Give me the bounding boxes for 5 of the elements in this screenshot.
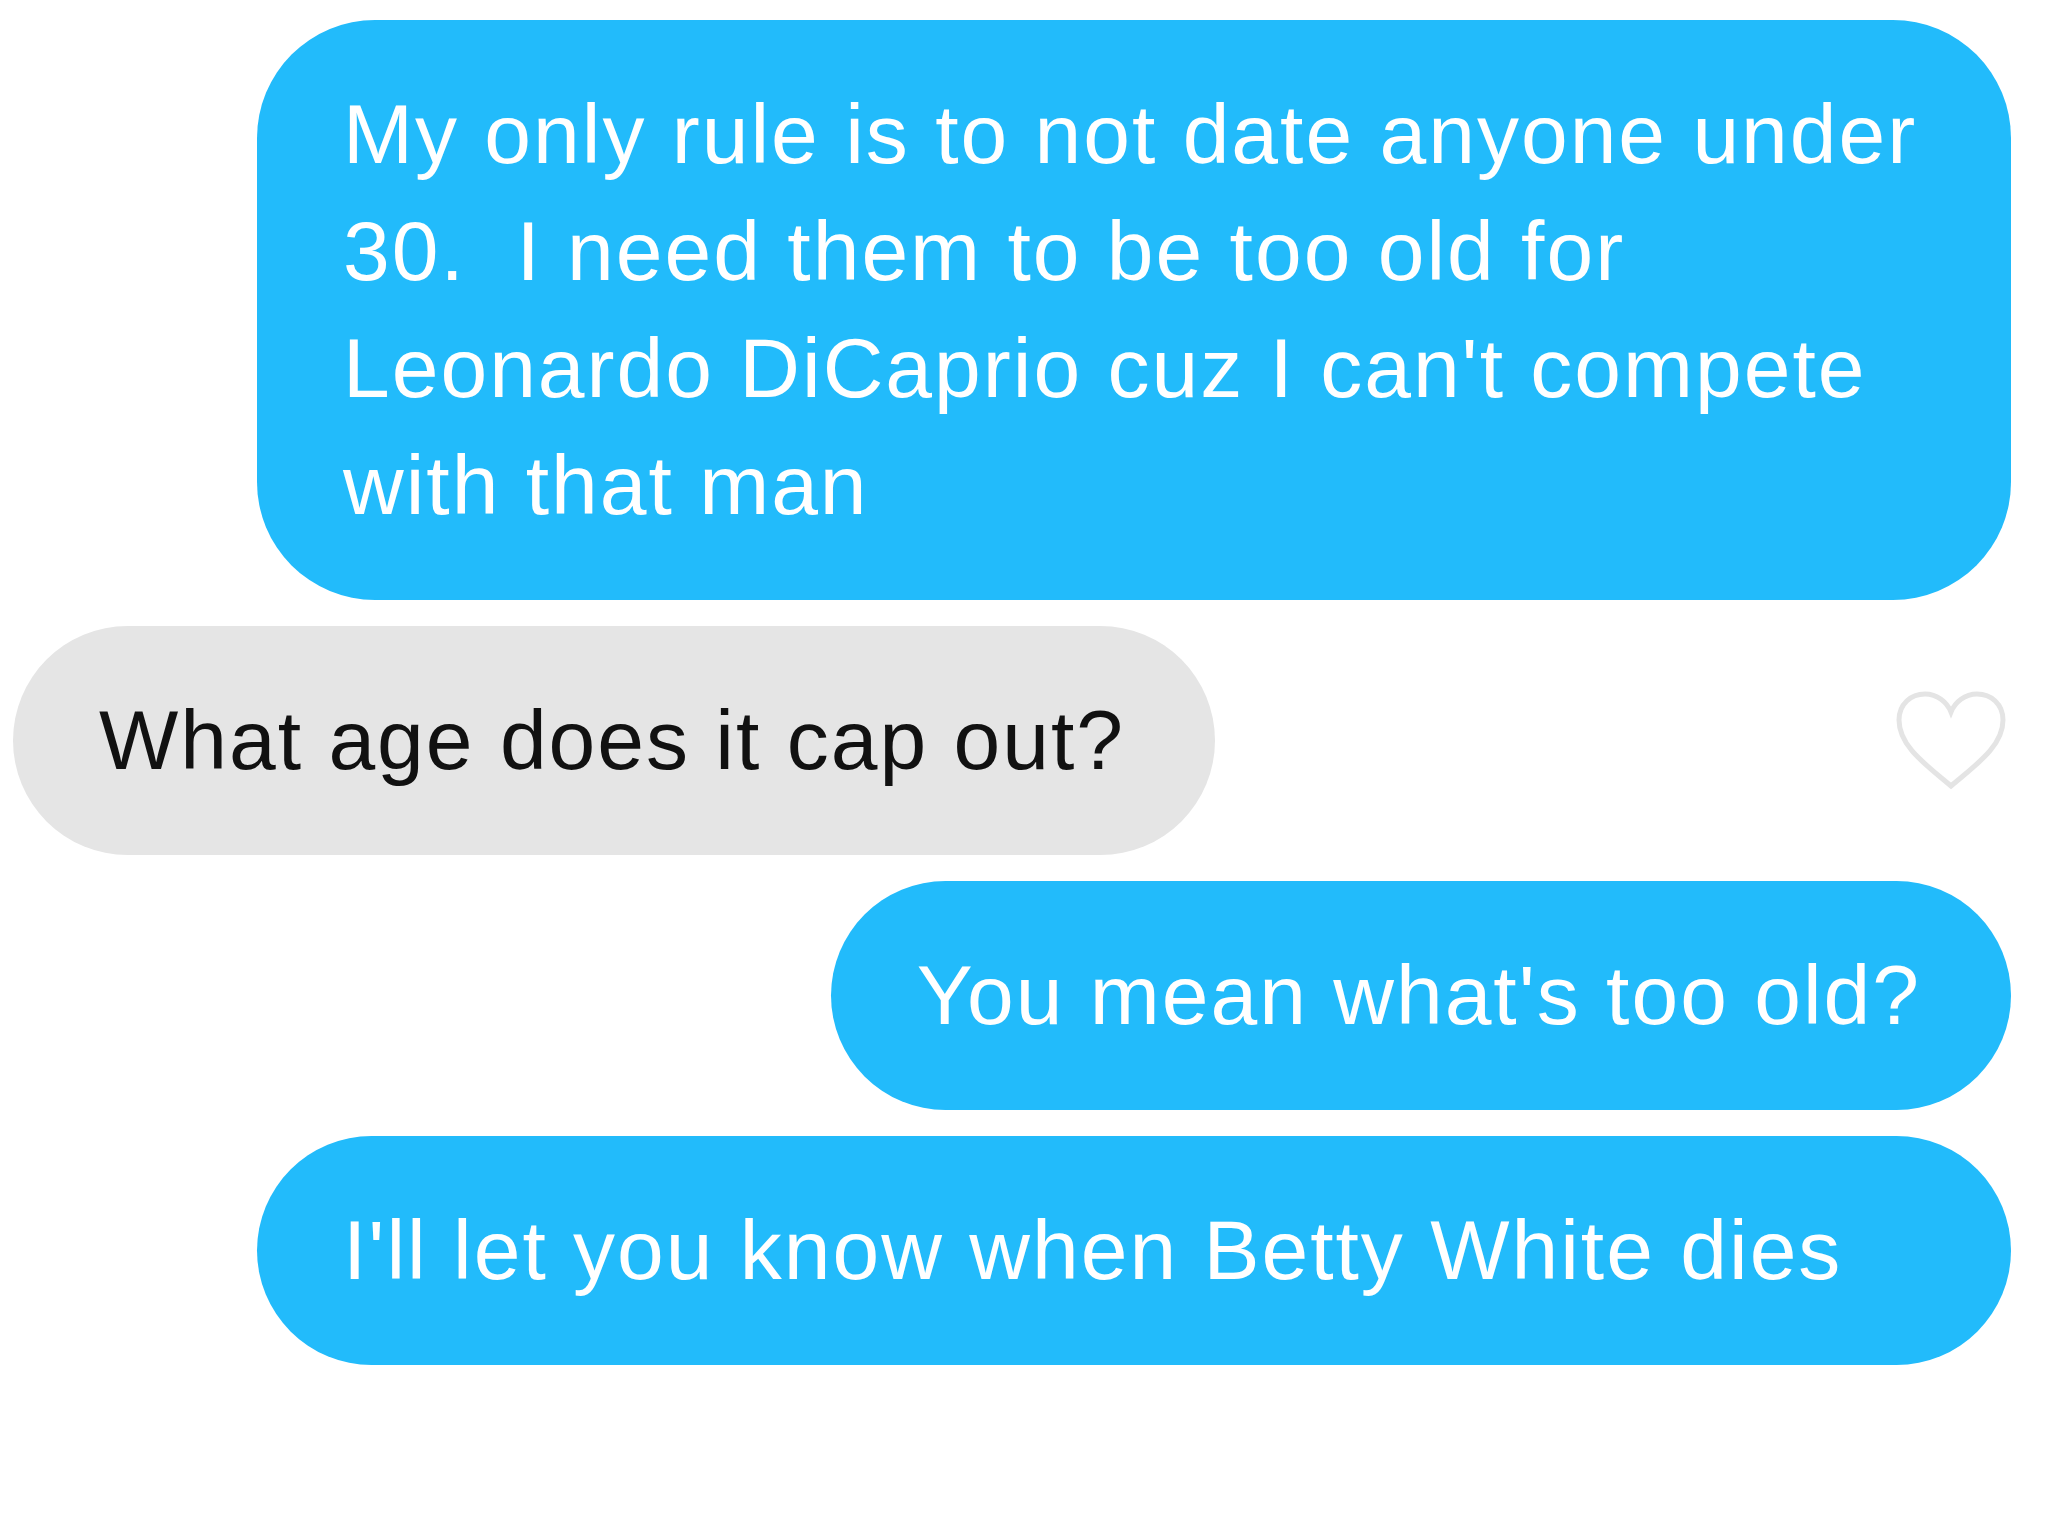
heart-icon[interactable] [1895,689,2007,792]
received-message: What age does it cap out? [13,626,1215,855]
sent-message: My only rule is to not date anyone under 30. I need them to be too old for Leonardo DiCaprio cuz I can't compete with that man [257,20,2011,600]
sent-message: I'll let you know when Betty White dies [257,1136,2011,1365]
sent-message: You mean what's too old? [830,881,2011,1110]
